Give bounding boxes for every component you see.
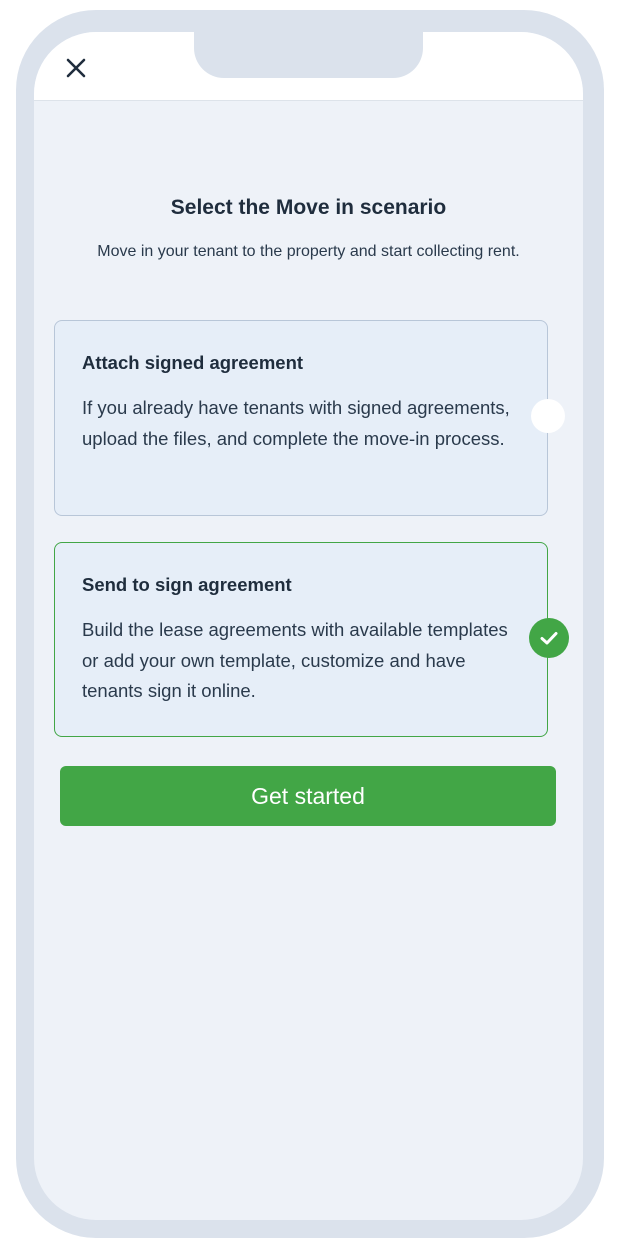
page-title: Select the Move in scenario [170,196,447,219]
option-description: If you already have tenants with signed … [82,397,510,449]
phone-notch [194,22,423,78]
get-started-button[interactable]: Get started [60,766,556,826]
page-subtitle: Move in your tenant to the property and … [97,243,520,260]
option-radio-selected[interactable] [529,618,569,658]
option-title: Send to sign agreement [82,574,292,595]
close-icon [66,58,86,78]
option-card-attach-signed-agreement[interactable]: Attach signed agreement If you already h… [54,320,548,516]
option-description: Build the lease agreements with availabl… [82,619,508,701]
close-button[interactable] [62,54,90,82]
option-title: Attach signed agreement [82,352,304,373]
option-radio-unselected[interactable] [531,399,565,433]
option-card-send-to-sign-agreement[interactable]: Send to sign agreement Build the lease a… [54,542,548,737]
checkmark-icon [540,632,558,645]
